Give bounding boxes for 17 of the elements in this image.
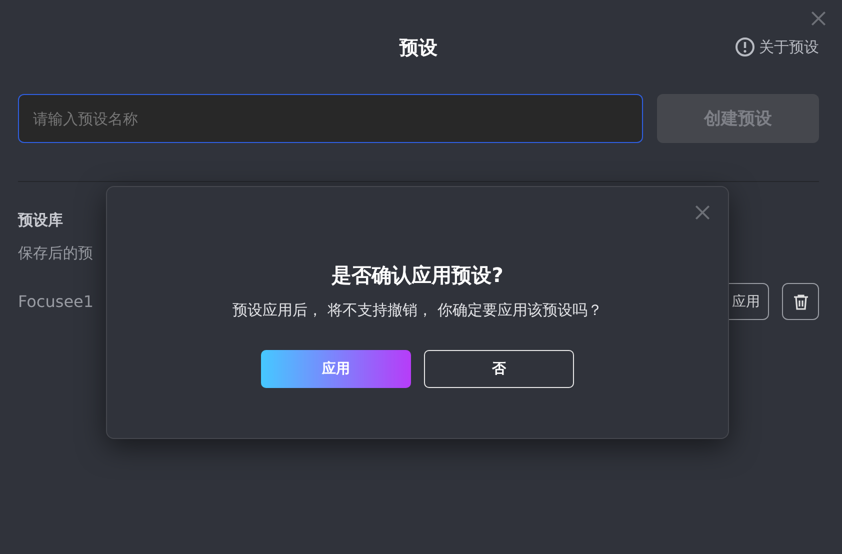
about-link[interactable]: 关于预设 <box>735 37 819 57</box>
delete-button[interactable] <box>782 283 819 320</box>
dialog-message: 预设应用后， 将不支持撤销， 你确定要应用该预设吗？ <box>232 301 602 320</box>
close-icon <box>694 204 711 221</box>
section-heading: 预设库 <box>18 211 63 230</box>
section-description: 保存后的预 <box>18 244 93 263</box>
apply-button[interactable]: 应用 <box>261 350 411 388</box>
trash-icon <box>792 292 810 310</box>
preset-name: Focusee1 <box>18 292 94 311</box>
window-title: 预设 <box>400 36 438 61</box>
close-icon <box>810 10 827 27</box>
dialog-title: 是否确认应用预设? <box>332 262 504 289</box>
cancel-button[interactable]: 否 <box>424 350 574 388</box>
info-icon <box>735 37 755 57</box>
preset-name-field[interactable]: 请输入预设名称 <box>18 94 643 143</box>
close-button[interactable] <box>810 10 827 27</box>
dialog-close-button[interactable] <box>694 204 711 221</box>
